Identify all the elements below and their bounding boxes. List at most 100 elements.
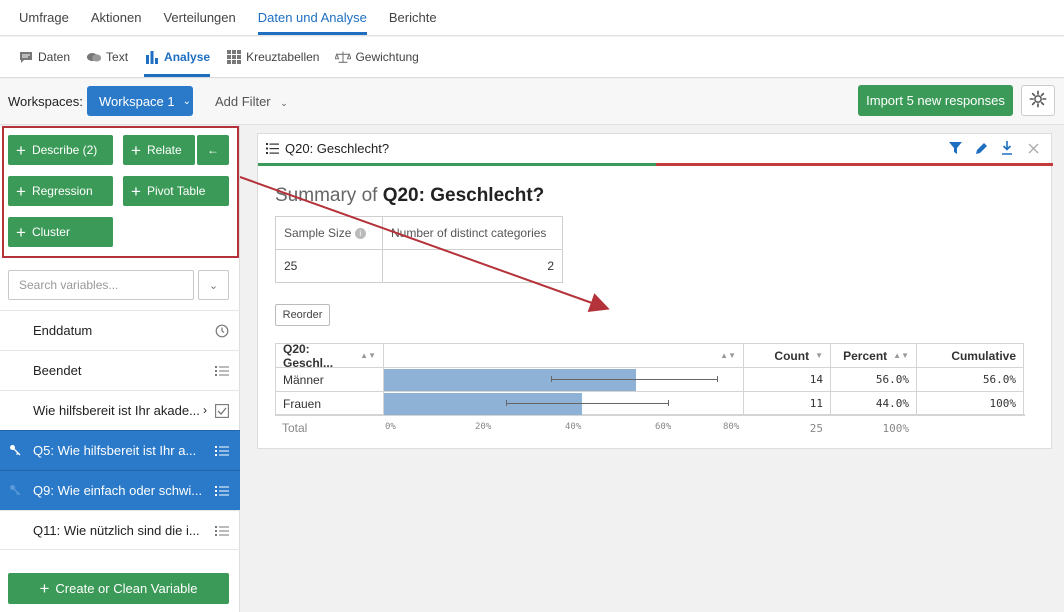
settings-button[interactable] [1021, 85, 1055, 116]
tab-aktionen[interactable]: Aktionen [80, 0, 153, 35]
add-filter-button[interactable]: Add Filter ⌄ [215, 94, 288, 109]
search-dropdown-button[interactable]: ⌄ [198, 270, 229, 300]
distinct-categories-header: Number of distinct categories [382, 216, 563, 250]
bar-chart-icon [144, 50, 160, 64]
plus-icon: + [39, 578, 50, 598]
subtab-gewichtung[interactable]: Gewichtung [327, 37, 426, 77]
x-tick-label: 80% [723, 422, 740, 432]
summary-prefix: Summary of [275, 185, 378, 206]
create-label: Create or Clean Variable [55, 581, 198, 596]
variable-label: Q11: Wie nützlich sind die i... [33, 522, 200, 538]
variable-item-q5[interactable]: Q5: Wie hilfsbereit ist Ihr a... [0, 430, 240, 470]
subtab-label: Kreuztabellen [246, 50, 320, 64]
scale-icon [335, 50, 352, 64]
variable-item-wie-hilfsbereit[interactable]: Wie hilfsbereit ist Ihr akade... › [0, 390, 240, 430]
total-label: Total [282, 421, 308, 435]
variable-item-q9[interactable]: Q9: Wie einfach oder schwi... [0, 470, 240, 510]
variable-label: Q5: Wie hilfsbereit ist Ihr a... [33, 443, 197, 458]
close-icon[interactable] [1025, 140, 1041, 156]
frequency-table: Q20: Geschl... ▲▼ ▲▼ Count ▼ Percent ▲▼ Cum… [275, 342, 1025, 439]
filter-icon[interactable] [947, 140, 963, 156]
column-header-variable[interactable]: Q20: Geschl... ▲▼ [275, 342, 383, 370]
variable-list: Enddatum Beendet Wie hilfsbereit ist Ihr… [0, 310, 240, 550]
tab-verteilungen[interactable]: Verteilungen [152, 0, 246, 35]
grid-icon [226, 50, 242, 64]
variable-label: Enddatum [33, 323, 93, 338]
variable-item-q11[interactable]: Q11: Wie nützlich sind die i... [0, 510, 240, 550]
subtab-label: Text [106, 50, 129, 64]
column-header-percent[interactable]: Percent ▲▼ [830, 343, 916, 367]
sub-navigation: Daten Text Analyse Kreuztabellen Gewicht… [0, 37, 1064, 78]
card-tools [947, 140, 1041, 156]
count-value: 14 [743, 367, 830, 391]
x-tick-label: 60% [655, 422, 672, 432]
variable-label: Beendet [33, 363, 82, 378]
reorder-button[interactable]: Reorder [275, 304, 330, 326]
subtab-label: Gewichtung [355, 50, 419, 64]
sort-icon: ▲▼ [360, 351, 376, 360]
error-bar [550, 379, 717, 380]
tab-label: Daten und Analyse [257, 10, 367, 25]
tab-berichte[interactable]: Berichte [378, 0, 448, 35]
key-icon [8, 483, 22, 497]
count-value: 11 [743, 391, 830, 415]
table-row: Frauen 11 44.0% 100% [275, 391, 1025, 415]
chevron-down-icon: ⌄ [182, 95, 192, 107]
table-header-row: Q20: Geschl... ▲▼ ▲▼ Count ▼ Percent ▲▼ Cum… [275, 342, 1025, 370]
workspace-bar: Workspaces: Workspace 1 ⌄ Add Filter ⌄ I… [0, 79, 1064, 125]
workspace-dropdown[interactable]: Workspace 1 ⌄ [87, 86, 193, 116]
column-header-chart[interactable]: ▲▼ [383, 343, 743, 367]
workspace-name: Workspace 1 [99, 93, 175, 109]
subtab-daten[interactable]: Daten [10, 37, 78, 77]
column-header-cumulative[interactable]: Cumulative [916, 343, 1024, 367]
highlight-annotation-box [2, 126, 239, 258]
total-row: Total 0% 20% 40% 60% 80% 25 100% [275, 415, 1025, 439]
list-icon [266, 143, 279, 154]
tab-label: Aktionen [90, 10, 142, 25]
cumulative-value: 56.0% [916, 367, 1024, 391]
tab-umfrage[interactable]: Umfrage [8, 0, 80, 35]
create-clean-variable-button[interactable]: + Create or Clean Variable [8, 573, 229, 604]
info-icon[interactable]: i [354, 228, 366, 240]
subtab-text[interactable]: Text [78, 37, 136, 77]
left-panel: + Describe (2) + Relate ← + Regression +… [0, 126, 240, 612]
search-variables-input[interactable]: Search variables... [8, 270, 194, 300]
error-bar [505, 403, 668, 404]
variable-item-enddatum[interactable]: Enddatum [0, 310, 240, 350]
clock-icon [214, 323, 230, 339]
add-filter-label: Add Filter [215, 94, 271, 109]
variable-label: Wie hilfsbereit ist Ihr akade... [33, 403, 200, 418]
x-tick-label: 0% [385, 422, 396, 432]
list-icon [214, 363, 230, 379]
error-bar-cap [505, 400, 507, 406]
percent-value: 56.0% [830, 367, 916, 391]
x-tick-label: 20% [475, 422, 492, 432]
summary-stats-table: Sample Size i Number of distinct categor… [275, 216, 563, 283]
sort-icon: ▲▼ [720, 351, 736, 360]
error-bar-cap [667, 400, 669, 406]
total-percent: 100% [882, 421, 910, 435]
tab-daten-und-analyse[interactable]: Daten und Analyse [247, 0, 378, 35]
tab-label: Verteilungen [163, 10, 236, 25]
error-bar-cap [550, 376, 552, 382]
bar-cell [383, 391, 743, 415]
summary-title: Summary of Q20: Geschlecht? [275, 185, 544, 207]
workspaces-label: Workspaces: [8, 94, 83, 109]
bar-frauen [384, 393, 582, 415]
variable-item-beendet[interactable]: Beendet [0, 350, 240, 390]
table-row: Männer 14 56.0% 56.0% [275, 367, 1025, 391]
cumulative-value: 100% [916, 391, 1024, 415]
speech-bubbles-icon [86, 50, 102, 64]
card-divider-bar [258, 163, 1053, 166]
pencil-icon[interactable] [973, 140, 989, 156]
import-responses-button[interactable]: Import 5 new responses [858, 85, 1013, 116]
subtab-analyse[interactable]: Analyse [136, 37, 218, 77]
column-header-count[interactable]: Count ▼ [743, 343, 830, 367]
percent-value: 44.0% [830, 391, 916, 415]
total-count: 25 [809, 421, 823, 435]
download-icon[interactable] [999, 140, 1015, 156]
subtab-kreuztabellen[interactable]: Kreuztabellen [218, 37, 327, 77]
chevron-down-icon: ⌄ [280, 98, 288, 108]
tab-label: Umfrage [19, 10, 69, 25]
key-icon [8, 443, 22, 457]
